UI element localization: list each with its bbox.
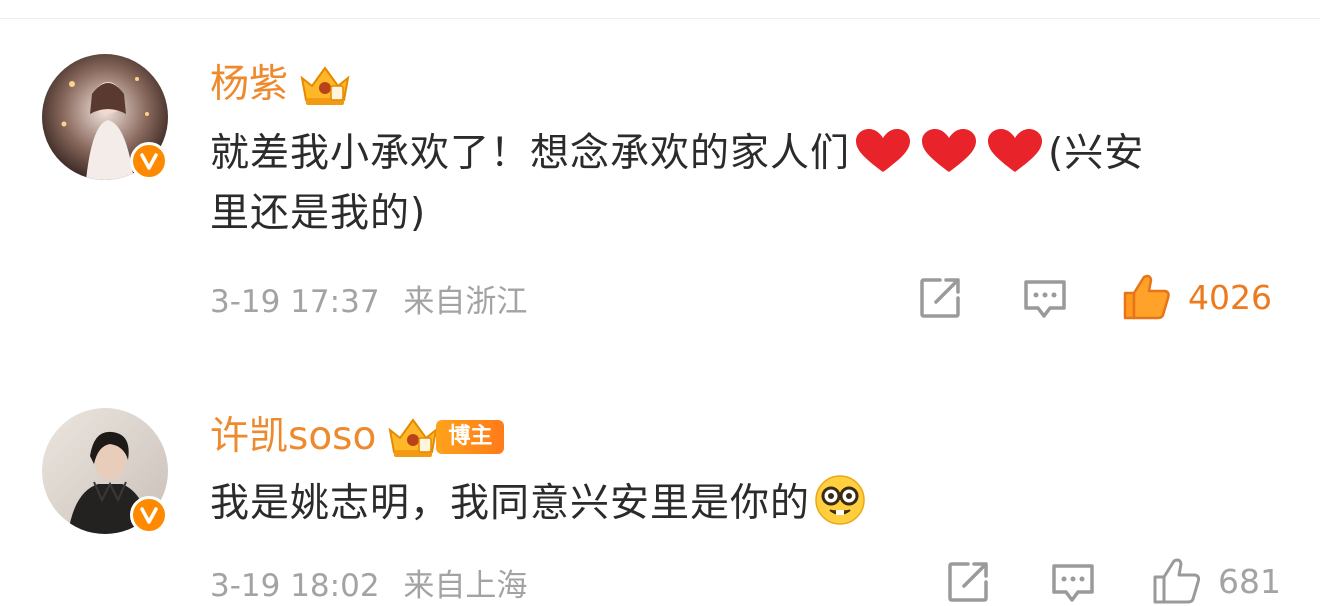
crown-badge-icon[interactable] (386, 414, 440, 460)
thumbs-up-icon (1153, 558, 1201, 604)
reply-button[interactable] (1022, 278, 1068, 320)
like-count: 681 (1218, 561, 1281, 601)
red-heart-icon (988, 129, 1043, 172)
top-divider (0, 18, 1320, 19)
like-count: 4026 (1188, 277, 1272, 317)
nerd-face-emoji-icon (815, 475, 865, 525)
like-button[interactable]: 681 (1152, 556, 1281, 606)
like-button[interactable]: 4026 (1122, 272, 1272, 322)
avatar[interactable] (42, 54, 168, 180)
share-button[interactable] (946, 560, 990, 604)
comment-text-tail: (兴安 (1048, 131, 1145, 176)
share-button[interactable] (918, 276, 962, 320)
comment-location: 来自上海 (403, 568, 528, 604)
share-icon (948, 562, 988, 602)
avatar[interactable] (42, 408, 168, 534)
reply-button[interactable] (1050, 562, 1096, 604)
red-heart-icon (922, 129, 977, 172)
verified-v-icon (130, 142, 168, 180)
comment-icon (1024, 280, 1066, 318)
comment-date: 3-19 18:02 (210, 568, 380, 604)
blogger-badge: 博主 (436, 420, 505, 454)
crown-badge-icon[interactable] (298, 62, 352, 108)
comment-meta: 3-19 17:37 来自浙江 (210, 276, 541, 321)
red-heart-icon (856, 129, 911, 172)
share-icon (920, 278, 960, 318)
verified-v-icon (130, 496, 168, 534)
comment-meta: 3-19 18:02 来自上海 (210, 560, 541, 605)
thumbs-up-icon (1123, 274, 1170, 320)
comment-icon (1052, 564, 1094, 602)
comment-text-line2: 里还是我的) (210, 191, 427, 236)
author-name[interactable]: 杨紫 (210, 62, 288, 108)
comment-text: 就差我小承欢了！想念承欢的家人们 (兴安 里还是我的) (210, 124, 1250, 244)
comment-text-line1: 就差我小承欢了！想念承欢的家人们 (210, 131, 851, 176)
comment-text: 我是姚志明，我同意兴安里是你的 (210, 474, 1250, 534)
author-row: 杨紫 (210, 62, 352, 108)
comment-date: 3-19 17:37 (210, 284, 380, 320)
author-row: 许凯soso 博主 (210, 414, 505, 460)
comment-location: 来自浙江 (403, 284, 528, 320)
comment-text-line1: 我是姚志明，我同意兴安里是你的 (210, 481, 811, 526)
author-name[interactable]: 许凯soso (210, 414, 376, 460)
